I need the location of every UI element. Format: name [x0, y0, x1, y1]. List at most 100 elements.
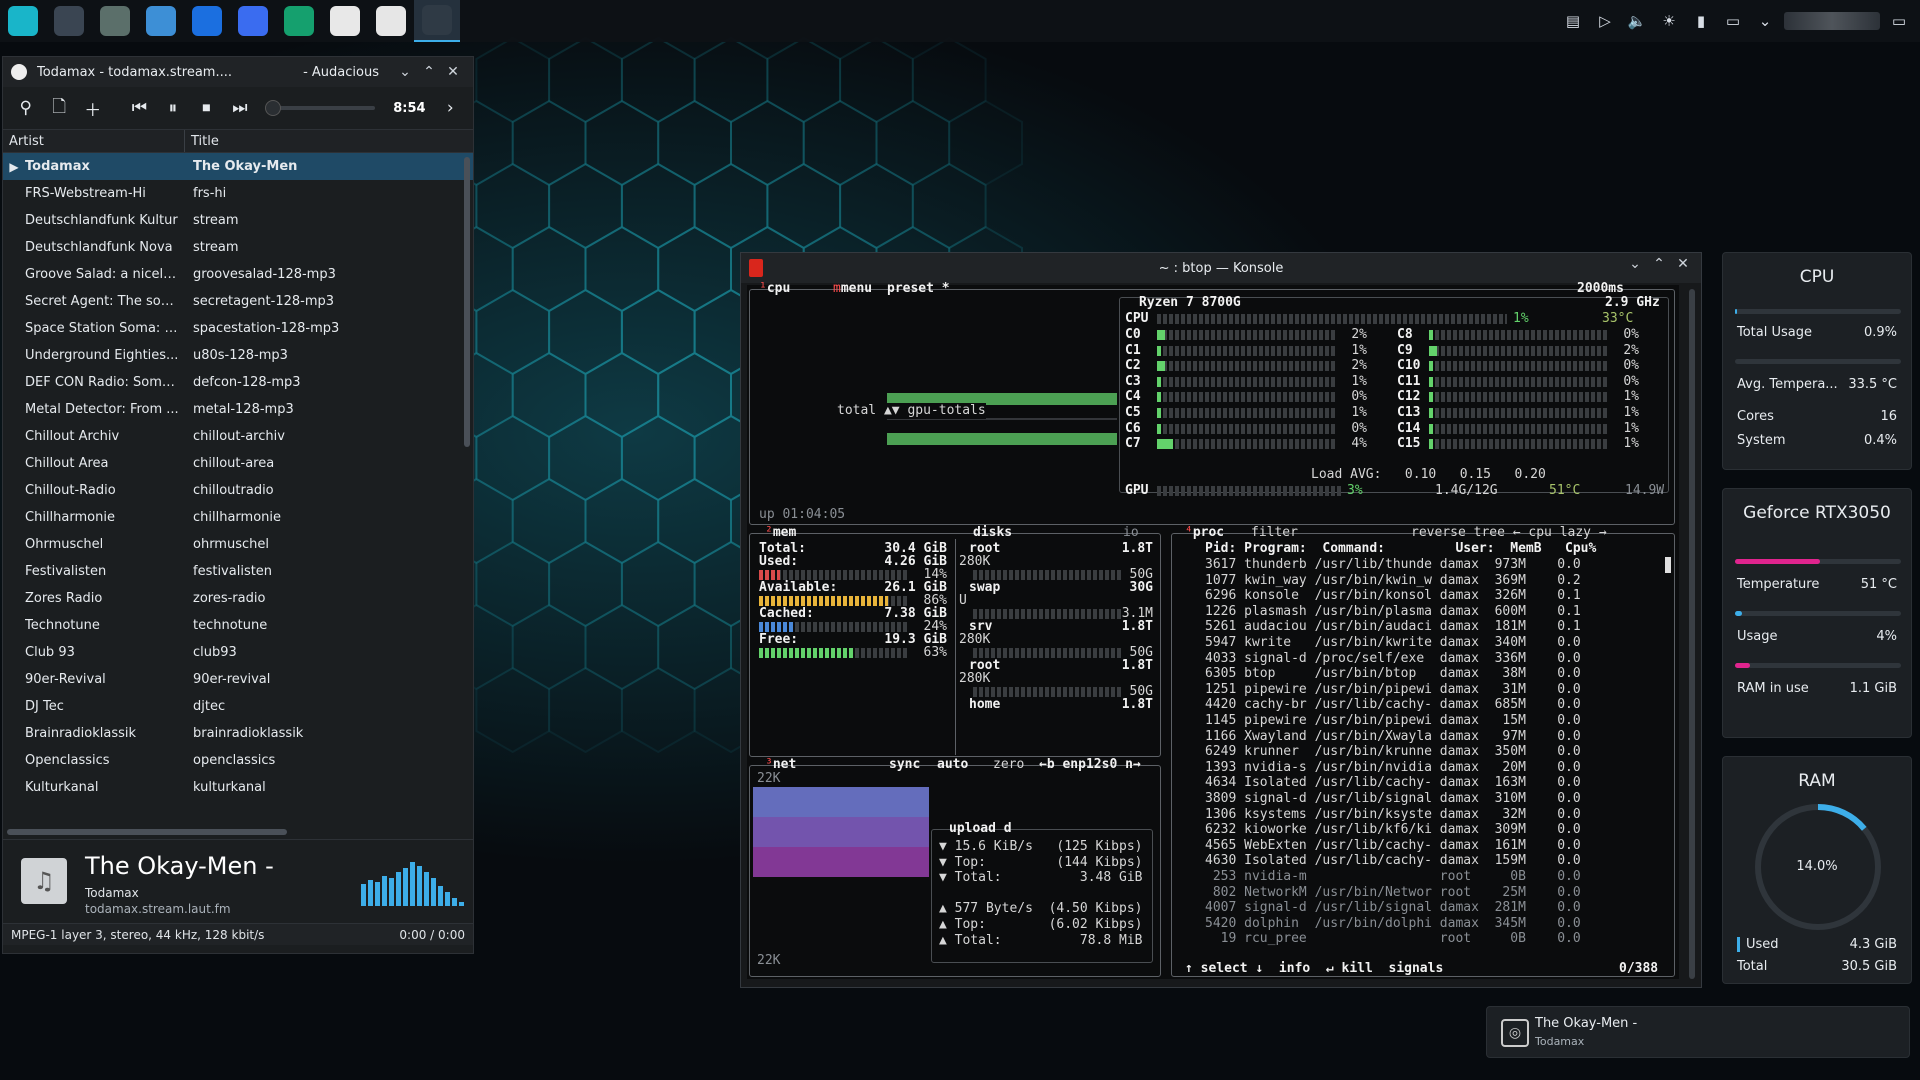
net-sync[interactable]: sync — [889, 757, 920, 773]
search-icon[interactable]: ⚲ — [11, 92, 40, 124]
battery-icon[interactable]: ▮ — [1688, 8, 1714, 34]
taskbar-app-konsole[interactable] — [414, 0, 460, 42]
display-icon[interactable]: ▭ — [1720, 8, 1746, 34]
previous-track-button[interactable]: ⏮ — [125, 92, 154, 124]
proc-filter[interactable]: filter — [1251, 525, 1298, 541]
process-row[interactable]: 1145 pipewire /usr/bin/pipewi damax 15M … — [1205, 713, 1581, 729]
playlist-row[interactable]: Technotune technotune — [3, 612, 473, 639]
playlist-row[interactable]: FRS-Webstream-Hi frs-hi — [3, 180, 473, 207]
playlist-row[interactable]: Openclassics openclassics — [3, 747, 473, 774]
playlist-row[interactable]: Deutschlandfunk Kultur stream — [3, 207, 473, 234]
playlist-horizontal-scrollbar[interactable] — [7, 829, 287, 835]
maximize-icon[interactable]: ⌃ — [417, 64, 441, 80]
process-row[interactable]: 6305 btop /usr/bin/btop damax 38M 0.0 — [1205, 666, 1581, 682]
process-row[interactable]: 802 NetworkM /usr/bin/Networ root 25M 0.… — [1205, 885, 1581, 901]
playlist-row[interactable]: Chillharmonie chillharmonie — [3, 504, 473, 531]
close-icon[interactable]: ✕ — [1671, 256, 1695, 272]
clipboard-icon[interactable]: ▤ — [1560, 8, 1586, 34]
net-auto[interactable]: auto — [937, 757, 968, 773]
net-zero[interactable]: zero — [993, 757, 1024, 773]
playlist-row[interactable]: Club 93 club93 — [3, 639, 473, 666]
preset-button[interactable]: preset * — [887, 281, 950, 297]
chevron-right-icon[interactable]: › — [436, 92, 465, 124]
seek-slider[interactable] — [264, 100, 376, 116]
playlist-row[interactable]: Metal Detector: From ... metal-128-mp3 — [3, 396, 473, 423]
column-title[interactable]: Title — [185, 130, 225, 152]
stop-button[interactable]: ⏹ — [192, 92, 221, 124]
playlist-row[interactable]: 90er-Revival 90er-revival — [3, 666, 473, 693]
process-row[interactable]: 1393 nvidia-s /usr/bin/nvidia damax 20M … — [1205, 760, 1581, 776]
close-icon[interactable]: ✕ — [441, 64, 465, 80]
taskbar-app-screenshot[interactable] — [92, 0, 138, 42]
process-row[interactable]: 253 nvidia-m root 0B 0.0 — [1205, 869, 1581, 885]
taskbar-app-text-editor[interactable] — [368, 0, 414, 42]
menu-button[interactable]: menu — [841, 281, 872, 296]
taskbar-app-browser[interactable] — [184, 0, 230, 42]
playlist-row[interactable]: Brainradioklassik brainradioklassik — [3, 720, 473, 747]
process-row[interactable]: 5261 audaciou /usr/bin/audaci damax 181M… — [1205, 619, 1581, 635]
chevron-down-icon[interactable]: ⌄ — [393, 64, 417, 80]
process-row[interactable]: 3617 thunderb /usr/lib/thunde damax 973M… — [1205, 557, 1581, 573]
terminal-area[interactable]: ¹cpu mmenu preset * 2000ms Ryzen 7 8700G… — [747, 281, 1679, 979]
playlist-row[interactable]: Zores Radio zores-radio — [3, 585, 473, 612]
taskbar-app-hexagon-app[interactable] — [276, 0, 322, 42]
taskbar-app-audacious[interactable] — [322, 0, 368, 42]
io-toggle[interactable]: io — [1123, 525, 1139, 541]
proc-scrollbar[interactable] — [1665, 557, 1671, 573]
playlist-row[interactable]: Groove Salad: a nicely ... groovesalad-12… — [3, 261, 473, 288]
playlist-row[interactable]: Space Station Soma: T... spacestation-128… — [3, 315, 473, 342]
add-icon[interactable]: ＋ — [78, 92, 107, 124]
chevron-down-icon[interactable]: ⌄ — [1623, 256, 1647, 272]
next-track-button[interactable]: ⏭ — [225, 92, 254, 124]
playlist-row[interactable]: Ohrmuschel ohrmuschel — [3, 531, 473, 558]
process-row[interactable]: 4420 cachy-br /usr/lib/cachy- damax 685M… — [1205, 697, 1581, 713]
taskbar-app-signal[interactable] — [230, 0, 276, 42]
terminal-scrollbar[interactable] — [1689, 289, 1695, 979]
process-row[interactable]: 1251 pipewire /usr/bin/pipewi damax 31M … — [1205, 682, 1581, 698]
playlist-row[interactable]: Underground Eighties... u80s-128-mp3 — [3, 342, 473, 369]
playlist-row[interactable]: Chillout Archiv chillout-archiv — [3, 423, 473, 450]
playlist-row[interactable]: Secret Agent: The sou... secretagent-128-… — [3, 288, 473, 315]
playlist-row[interactable]: Festivalisten festivalisten — [3, 558, 473, 585]
chevron-up-icon[interactable]: ⌄ — [1752, 8, 1778, 34]
process-row[interactable]: 5420 dolphin /usr/bin/dolphi damax 345M … — [1205, 916, 1581, 932]
show-desktop-icon[interactable]: ▭ — [1886, 8, 1912, 34]
process-row[interactable]: 4033 signal-d /proc/self/exe damax 336M … — [1205, 651, 1581, 667]
process-row[interactable]: 6249 krunner /usr/bin/krunne damax 350M … — [1205, 744, 1581, 760]
process-row[interactable]: 6296 konsole /usr/bin/konsol damax 326M … — [1205, 588, 1581, 604]
playlist-row[interactable]: DEF CON Radio: Soma... defcon-128-mp3 — [3, 369, 473, 396]
pause-button[interactable]: ⏸ — [158, 92, 187, 124]
process-row[interactable]: 1306 ksystems /usr/bin/ksyste damax 32M … — [1205, 807, 1581, 823]
process-row[interactable]: 4007 signal-d /usr/lib/signal damax 281M… — [1205, 900, 1581, 916]
seek-handle[interactable] — [264, 100, 281, 116]
playlist-row[interactable]: Chillout-Radio chilloutradio — [3, 477, 473, 504]
process-row[interactable]: 5947 kwrite /usr/bin/kwrite damax 340M 0… — [1205, 635, 1581, 651]
clock-redacted[interactable] — [1784, 12, 1880, 30]
taskbar-app-app-launcher[interactable] — [0, 0, 46, 42]
playlist-row[interactable]: DJ Tec djtec — [3, 693, 473, 720]
audacious-titlebar[interactable]: Todamax - todamax.stream.... - Audacious… — [3, 57, 473, 87]
process-row[interactable]: 1077 kwin_way /usr/bin/kwin_w damax 369M… — [1205, 573, 1581, 589]
column-artist[interactable]: Artist — [3, 130, 185, 152]
taskbar-app-file-manager[interactable] — [138, 0, 184, 42]
process-row[interactable]: 4634 Isolated /usr/lib/cachy- damax 163M… — [1205, 775, 1581, 791]
proc-footer[interactable]: ↑ select ↓ info ↵ kill signals — [1185, 961, 1443, 977]
process-row[interactable]: 6232 kioworke /usr/lib/kf6/ki damax 309M… — [1205, 822, 1581, 838]
konsole-titlebar[interactable]: ~ : btop — Konsole ⌄ ⌃ ✕ — [741, 253, 1701, 283]
proc-options[interactable]: reverse tree ← cpu lazy → — [1411, 525, 1607, 541]
process-row[interactable]: 1166 Xwayland /usr/bin/Xwayla damax 97M … — [1205, 729, 1581, 745]
playlist-row[interactable]: Deutschlandfunk Nova stream — [3, 234, 473, 261]
process-row[interactable]: 4565 WebExten /usr/lib/cachy- damax 161M… — [1205, 838, 1581, 854]
process-row[interactable]: 19 rcu_pree root 0B 0.0 — [1205, 931, 1581, 947]
playlist-row[interactable]: Kulturkanal kulturkanal — [3, 774, 473, 801]
process-row[interactable]: 3809 signal-d /usr/lib/signal damax 310M… — [1205, 791, 1581, 807]
net-interface[interactable]: ←b enp12s0 n→ — [1039, 757, 1141, 773]
process-row[interactable]: 1226 plasmash /usr/bin/plasma damax 600M… — [1205, 604, 1581, 620]
media-notification[interactable]: ◎ The Okay-Men - Todamax — [1486, 1006, 1910, 1058]
media-player-icon[interactable]: ▷ — [1592, 8, 1618, 34]
taskbar-app-settings-sliders[interactable] — [46, 0, 92, 42]
maximize-icon[interactable]: ⌃ — [1647, 256, 1671, 272]
brightness-icon[interactable]: ☀ — [1656, 8, 1682, 34]
volume-icon[interactable]: 🔈 — [1624, 8, 1650, 34]
open-file-icon[interactable]: 🗋 — [44, 92, 73, 124]
